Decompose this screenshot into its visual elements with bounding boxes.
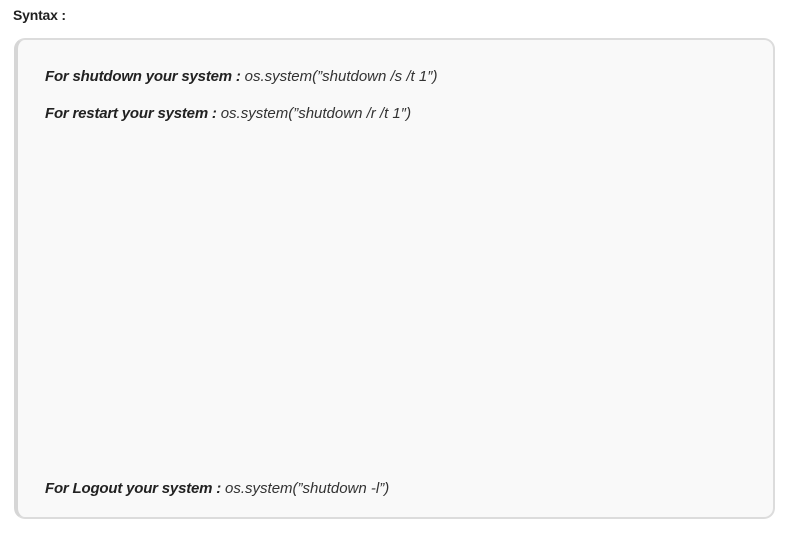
restart-command: os.system(”shutdown /r /t 1″) bbox=[220, 105, 412, 122]
shutdown-label: For shutdown your system : bbox=[45, 68, 245, 85]
logout-command: os.system(”shutdown -l”) bbox=[225, 480, 390, 497]
syntax-code-box: For shutdown your system : os.system(”sh… bbox=[14, 38, 775, 519]
logout-syntax-line: For Logout your system : os.system(”shut… bbox=[45, 480, 389, 497]
shutdown-command: os.system(”shutdown /s /t 1″) bbox=[244, 68, 438, 85]
restart-syntax-line: For restart your system : os.system(”shu… bbox=[45, 105, 411, 122]
logout-label: For Logout your system : bbox=[45, 480, 226, 497]
shutdown-syntax-line: For shutdown your system : os.system(”sh… bbox=[45, 68, 438, 85]
restart-label: For restart your system : bbox=[45, 105, 221, 122]
syntax-heading: Syntax : bbox=[13, 7, 66, 23]
